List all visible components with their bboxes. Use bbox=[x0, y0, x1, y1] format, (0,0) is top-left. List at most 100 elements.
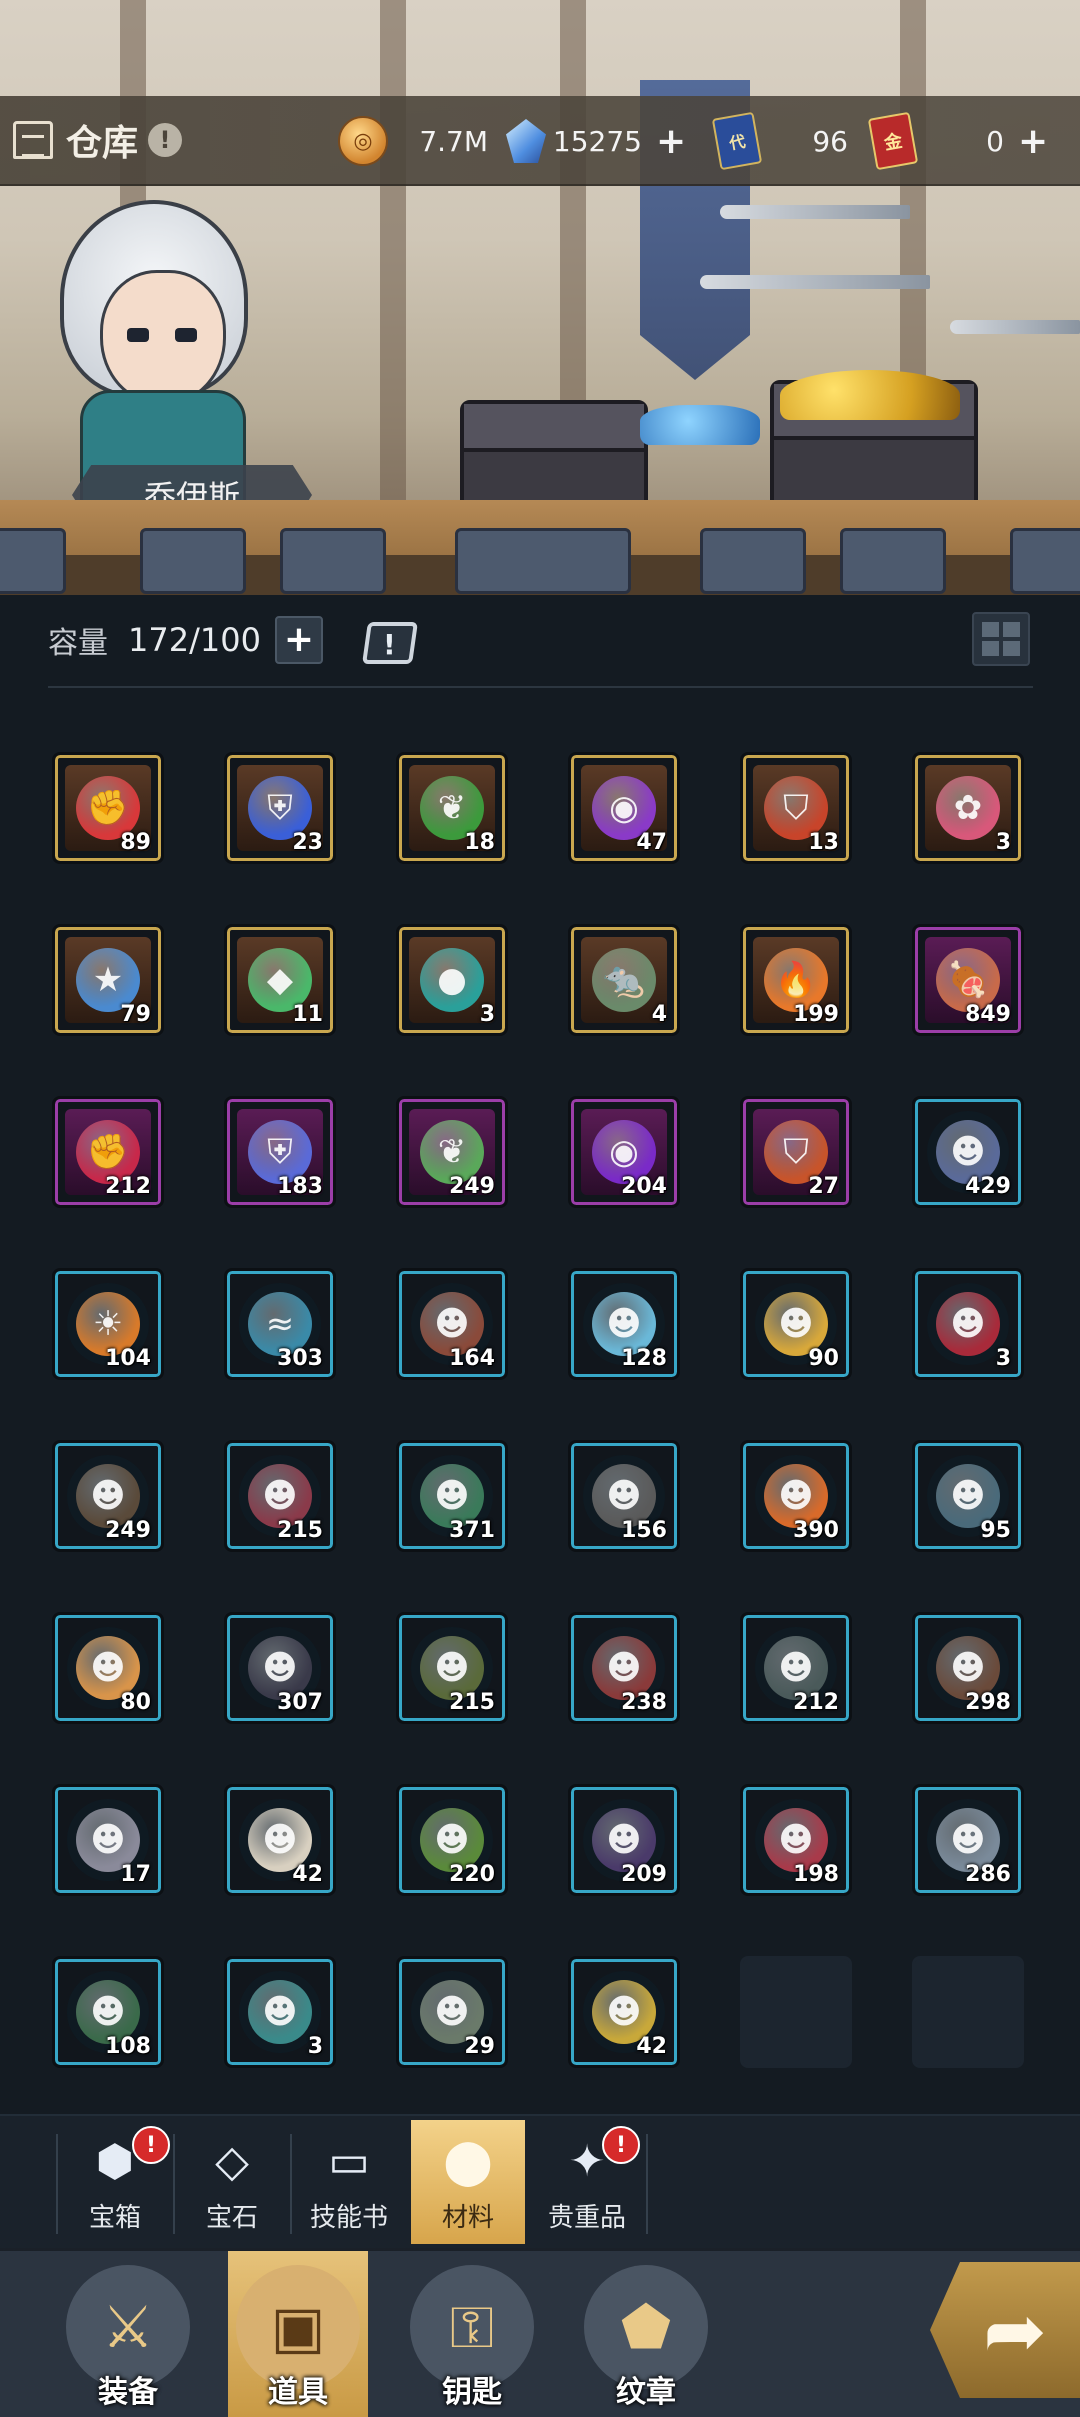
item-count: 29 bbox=[464, 2034, 495, 2059]
tab-valuables[interactable]: ✦ 贵重品 ! bbox=[530, 2120, 644, 2244]
grid-view-toggle[interactable] bbox=[972, 612, 1030, 666]
item-slot[interactable]: ☻ 220 bbox=[396, 1784, 508, 1896]
item-slot[interactable]: ✿ 3 bbox=[912, 752, 1024, 864]
expand-capacity-button[interactable]: + bbox=[274, 616, 323, 664]
item-count: 89 bbox=[120, 830, 151, 855]
notification-badge: ! bbox=[602, 2126, 640, 2164]
item-slot[interactable]: ☻ 215 bbox=[396, 1612, 508, 1724]
tab-material[interactable]: ⬤ 材料 bbox=[411, 2120, 525, 2244]
item-slot[interactable]: ☻ 3 bbox=[224, 1956, 336, 2068]
item-slot[interactable]: ⛨ 23 bbox=[224, 752, 336, 864]
item-slot[interactable]: ◉ 47 bbox=[568, 752, 680, 864]
item-slot[interactable]: ✊ 89 bbox=[52, 752, 164, 864]
item-slot[interactable]: ☻ 215 bbox=[224, 1440, 336, 1552]
item-slot[interactable]: ⛨ 183 bbox=[224, 1096, 336, 1208]
item-count: 215 bbox=[449, 1690, 495, 1715]
item-count: 42 bbox=[292, 1862, 323, 1887]
crystal-add-button[interactable]: + bbox=[656, 121, 686, 162]
item-count: 849 bbox=[965, 1002, 1011, 1027]
forward-button[interactable]: ➦ bbox=[930, 2262, 1080, 2398]
crystal-value: 15275 bbox=[552, 124, 642, 158]
nav-equip[interactable]: ⚔ 装备 bbox=[58, 2251, 198, 2417]
item-slot[interactable]: ● 3 bbox=[396, 924, 508, 1036]
item-count: 11 bbox=[292, 1002, 323, 1027]
empty-item-slot bbox=[740, 1956, 852, 2068]
pink-lotus-crystal-icon: ✿ bbox=[936, 776, 1000, 840]
item-count: 164 bbox=[449, 1346, 495, 1371]
item-slot[interactable]: ☻ 108 bbox=[52, 1956, 164, 2068]
item-count: 220 bbox=[449, 1862, 495, 1887]
item-slot[interactable]: ⛉ 13 bbox=[740, 752, 852, 864]
tab-skillbook[interactable]: ▭ 技能书 bbox=[292, 2120, 406, 2244]
item-slot[interactable]: ★ 79 bbox=[52, 924, 164, 1036]
item-slot[interactable]: ☻ 390 bbox=[740, 1440, 852, 1552]
item-count: 249 bbox=[449, 1174, 495, 1199]
nav-label: 装备 bbox=[98, 2375, 158, 2410]
item-slot[interactable]: ☻ 17 bbox=[52, 1784, 164, 1896]
item-slot[interactable]: ☻ 209 bbox=[568, 1784, 680, 1896]
ticket-red-add-button[interactable]: + bbox=[1018, 121, 1048, 162]
item-slot[interactable]: ⛉ 27 bbox=[740, 1096, 852, 1208]
item-slot[interactable]: ☀ 104 bbox=[52, 1268, 164, 1380]
item-slot[interactable]: ☻ 286 bbox=[912, 1784, 1024, 1896]
nav-keys[interactable]: ⚿ 钥匙 bbox=[402, 2251, 542, 2417]
tab-chest[interactable]: ⬢ 宝箱 ! bbox=[58, 2120, 172, 2244]
item-slot[interactable]: ☻ 3 bbox=[912, 1268, 1024, 1380]
nav-label: 钥匙 bbox=[442, 2375, 502, 2410]
item-count: 199 bbox=[793, 1002, 839, 1027]
item-slot[interactable]: ☻ 164 bbox=[396, 1268, 508, 1380]
item-count: 215 bbox=[277, 1518, 323, 1543]
item-count: 390 bbox=[793, 1518, 839, 1543]
nav-badge[interactable]: ⬟ 纹章 bbox=[576, 2251, 716, 2417]
warehouse-scene: 乔伊斯 bbox=[0, 0, 1080, 595]
item-slot[interactable]: ◆ 11 bbox=[224, 924, 336, 1036]
item-slot[interactable]: ☻ 212 bbox=[740, 1612, 852, 1724]
rack-bracket bbox=[840, 528, 946, 594]
item-count: 204 bbox=[621, 1174, 667, 1199]
item-slot[interactable]: ☻ 298 bbox=[912, 1612, 1024, 1724]
item-count: 212 bbox=[793, 1690, 839, 1715]
item-slot[interactable]: ☻ 249 bbox=[52, 1440, 164, 1552]
item-slot[interactable]: ◉ 204 bbox=[568, 1096, 680, 1208]
item-slot[interactable]: ☻ 307 bbox=[224, 1612, 336, 1724]
rack-bracket bbox=[280, 528, 386, 594]
item-count: 80 bbox=[120, 1690, 151, 1715]
item-slot[interactable]: ☻ 156 bbox=[568, 1440, 680, 1552]
item-slot[interactable]: ☻ 80 bbox=[52, 1612, 164, 1724]
item-slot[interactable]: ≈303 bbox=[224, 1268, 336, 1380]
item-count: 249 bbox=[105, 1518, 151, 1543]
item-slot[interactable]: ☻ 128 bbox=[568, 1268, 680, 1380]
nav-label: 道具 bbox=[268, 2375, 328, 2410]
item-count: 47 bbox=[636, 830, 667, 855]
diamond-icon: ◇ bbox=[215, 2135, 249, 2187]
item-count: 23 bbox=[292, 830, 323, 855]
item-slot[interactable]: ☻ 429 bbox=[912, 1096, 1024, 1208]
calendar-exclamation-icon[interactable]: ! bbox=[361, 614, 419, 666]
capacity-label: 容量 bbox=[48, 626, 108, 661]
item-slot[interactable]: ☻ 371 bbox=[396, 1440, 508, 1552]
item-slot[interactable]: ☻ 198 bbox=[740, 1784, 852, 1896]
item-slot[interactable]: ☻ 42 bbox=[568, 1956, 680, 2068]
item-grid: ✊ 89 ⛨ 23 ❦ 18 ◉ 47 ⛉ 13 ✿ 3 ★ 79 ◆ 11 ● 3 🐀 4 🔥 199 🍖 849 ✊ 212 ⛨… bbox=[52, 752, 1032, 2068]
item-count: 27 bbox=[808, 1174, 839, 1199]
tab-gem[interactable]: ◇ 宝石 bbox=[175, 2120, 289, 2244]
info-exclamation-icon[interactable]: ! bbox=[148, 123, 183, 157]
item-slot[interactable]: ❦ 249 bbox=[396, 1096, 508, 1208]
gold-value: 7.7M bbox=[419, 124, 488, 158]
item-slot[interactable]: 🔥 199 bbox=[740, 924, 852, 1036]
scene-beam bbox=[380, 0, 406, 520]
ore-icon: ⬤ bbox=[443, 2135, 493, 2187]
item-slot[interactable]: 🍖 849 bbox=[912, 924, 1024, 1036]
gem-pile bbox=[640, 405, 760, 445]
item-slot[interactable]: ❦ 18 bbox=[396, 752, 508, 864]
item-count: 238 bbox=[621, 1690, 667, 1715]
item-slot[interactable]: ☻ 95 bbox=[912, 1440, 1024, 1552]
item-slot[interactable]: ☻ 42 bbox=[224, 1784, 336, 1896]
item-slot[interactable]: ☻ 90 bbox=[740, 1268, 852, 1380]
item-slot[interactable]: 🐀 4 bbox=[568, 924, 680, 1036]
item-count: 429 bbox=[965, 1174, 1011, 1199]
nav-items[interactable]: ▣ 道具 bbox=[228, 2251, 368, 2417]
item-slot[interactable]: ☻ 29 bbox=[396, 1956, 508, 2068]
item-slot[interactable]: ☻ 238 bbox=[568, 1612, 680, 1724]
item-slot[interactable]: ✊ 212 bbox=[52, 1096, 164, 1208]
